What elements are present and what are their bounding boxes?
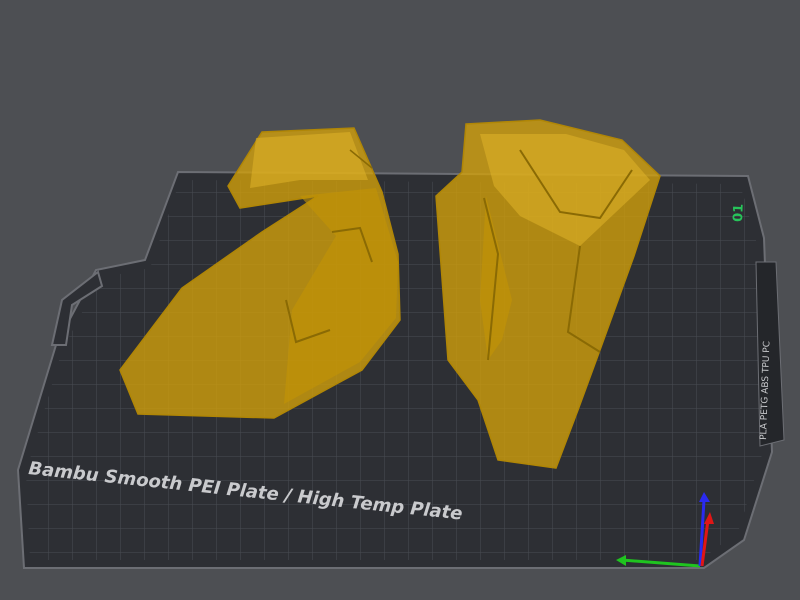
scene-canvas[interactable]: PLA PETG ABS TPU PC 01 Bambu Smooth PEI … xyxy=(0,0,800,600)
plate-number: 01 xyxy=(731,204,747,223)
3d-viewport[interactable]: PLA PETG ABS TPU PC 01 Bambu Smooth PEI … xyxy=(0,0,800,600)
